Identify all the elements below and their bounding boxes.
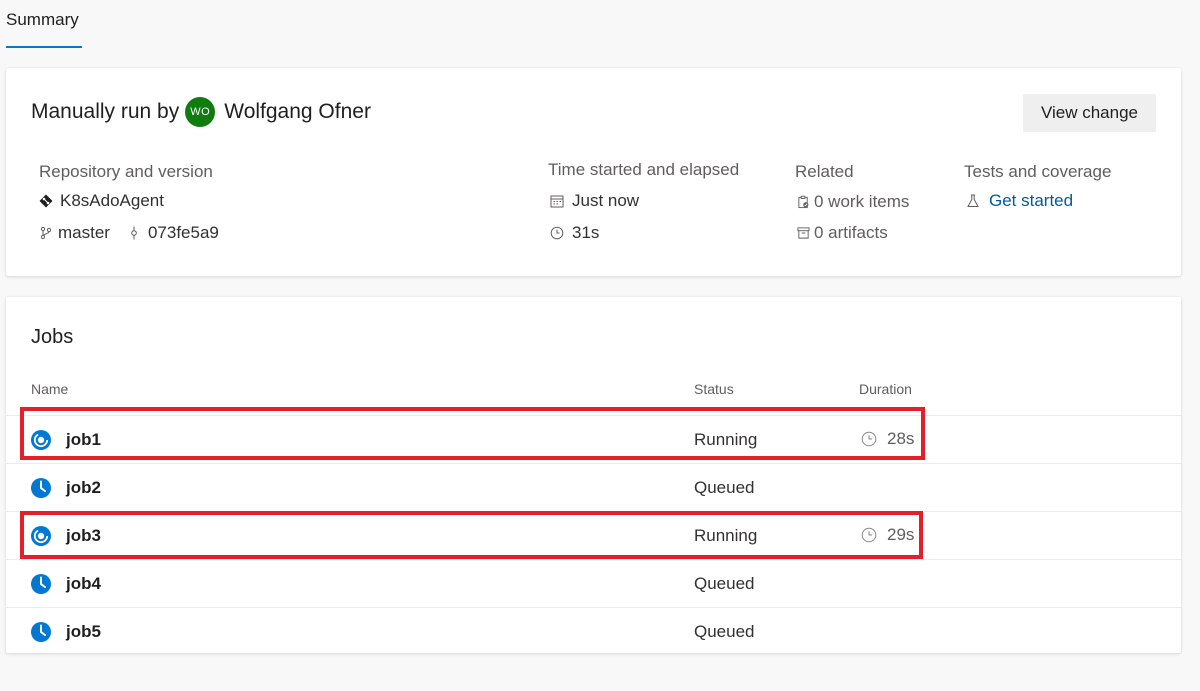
- job-row-job5[interactable]: job5 Queued: [6, 607, 1181, 655]
- elapsed-time: 31s: [572, 223, 600, 242]
- job-status: Running: [694, 430, 758, 449]
- clock-icon: [861, 527, 877, 543]
- started-row: Just now: [550, 191, 639, 211]
- view-change-button[interactable]: View change: [1023, 94, 1156, 132]
- tab-bar: Summary: [0, 0, 1200, 50]
- commit-icon: [131, 226, 137, 240]
- clock-icon: [861, 431, 877, 447]
- job-name: job4: [66, 574, 101, 593]
- job-status: Queued: [694, 574, 755, 593]
- job-row-job2[interactable]: job2 Queued: [6, 463, 1181, 511]
- branch-name[interactable]: master: [58, 223, 110, 243]
- job-status: Running: [694, 526, 758, 545]
- artifacts-count: 0 artifacts: [814, 223, 888, 242]
- queued-clock-icon: [31, 622, 51, 642]
- repository-row[interactable]: K8sAdoAgent: [39, 191, 164, 211]
- branch-icon: [40, 226, 52, 240]
- tab-selected-indicator: [6, 46, 82, 48]
- get-started-link[interactable]: Get started: [989, 191, 1073, 211]
- job-duration: 28s: [861, 429, 914, 449]
- version-row: master 073fe5a9: [39, 223, 219, 243]
- clock-icon: [550, 226, 564, 240]
- user-name[interactable]: Wolfgang Ofner: [224, 100, 371, 124]
- related-label: Related: [795, 162, 854, 181]
- running-icon: [31, 430, 51, 450]
- work-items-count: 0 work items: [814, 192, 910, 211]
- started-time: Just now: [572, 191, 640, 210]
- work-items-row[interactable]: 0 work items: [797, 192, 909, 212]
- job-status: Queued: [694, 622, 755, 641]
- job-duration: 29s: [861, 525, 914, 545]
- job-name: job2: [66, 478, 101, 497]
- job-status: Queued: [694, 478, 755, 497]
- job-name: job1: [66, 430, 101, 449]
- avatar[interactable]: WO: [185, 97, 216, 127]
- repository-label: Repository and version: [39, 162, 213, 181]
- job-row-job1[interactable]: job1 Running 28s: [6, 415, 1181, 463]
- column-header-name: Name: [31, 381, 69, 397]
- flask-icon: [967, 194, 979, 207]
- queued-clock-icon: [31, 478, 51, 498]
- artifacts-row[interactable]: 0 artifacts: [797, 223, 888, 243]
- job-duration-value: 29s: [887, 525, 915, 544]
- repo-diamond-icon: [39, 194, 53, 208]
- work-items-icon: [798, 195, 809, 209]
- job-row-job3[interactable]: job3 Running 29s: [6, 511, 1181, 559]
- column-header-status: Status: [694, 381, 734, 397]
- job-name: job5: [66, 622, 101, 641]
- artifacts-box-icon: [797, 227, 810, 239]
- time-label: Time started and elapsed: [548, 160, 740, 179]
- jobs-card: Jobs Name Status Duration job1 Running 2…: [6, 297, 1181, 653]
- commit-id[interactable]: 073fe5a9: [148, 223, 219, 243]
- job-duration-value: 28s: [887, 429, 915, 448]
- queued-clock-icon: [31, 574, 51, 594]
- tests-label: Tests and coverage: [964, 162, 1112, 181]
- elapsed-row: 31s: [550, 223, 599, 243]
- run-title: Manually run by WO Wolfgang Ofner: [31, 97, 371, 127]
- job-name: job3: [66, 526, 101, 545]
- job-row-job4[interactable]: job4 Queued: [6, 559, 1181, 607]
- tests-row[interactable]: Get started: [966, 191, 1073, 211]
- calendar-icon: [550, 195, 564, 208]
- jobs-title: Jobs: [31, 326, 74, 348]
- repository-name: K8sAdoAgent: [60, 191, 164, 210]
- run-by-prefix: Manually run by: [31, 100, 180, 123]
- tab-summary[interactable]: Summary: [6, 10, 79, 30]
- running-icon: [31, 526, 51, 546]
- run-summary-card: Manually run by WO Wolfgang Ofner View c…: [6, 68, 1181, 276]
- column-header-duration: Duration: [859, 381, 912, 397]
